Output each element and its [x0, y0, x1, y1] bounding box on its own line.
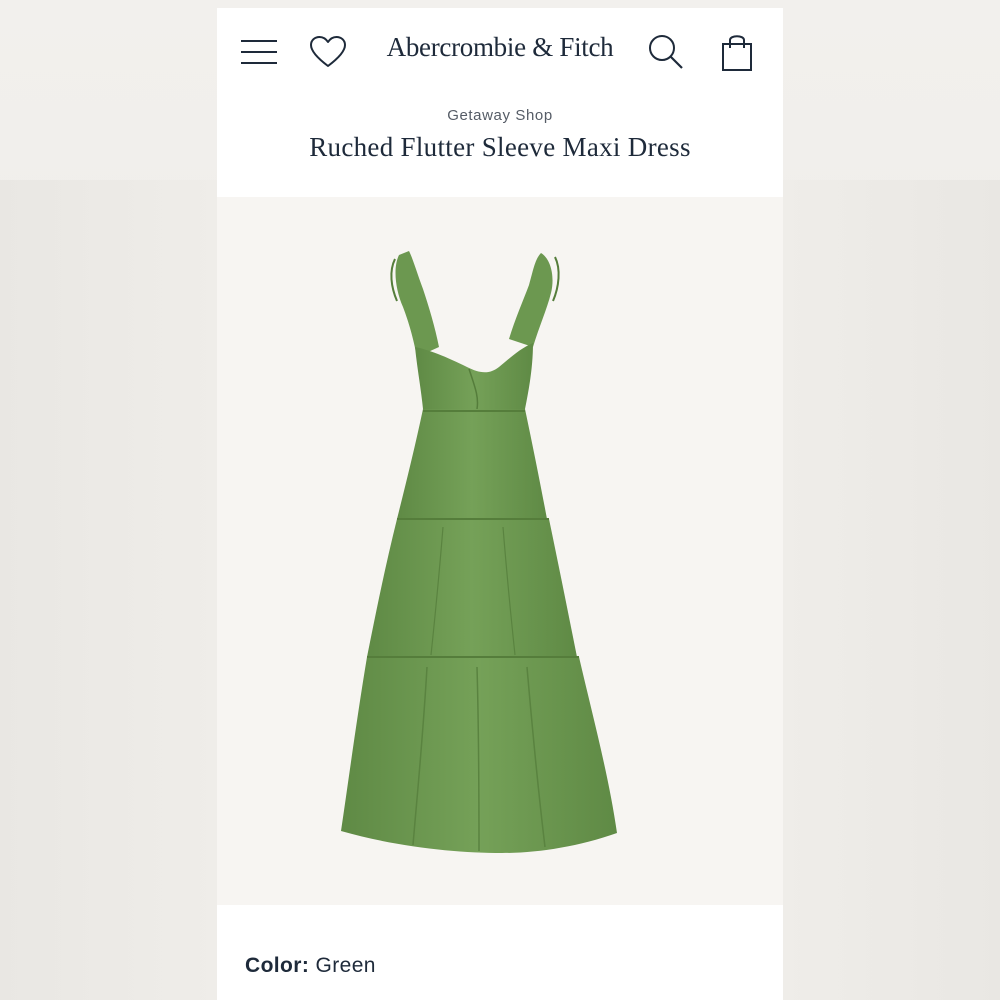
color-value: Green [315, 954, 376, 977]
menu-icon[interactable] [237, 30, 281, 74]
shop-category-label[interactable]: Getaway Shop [217, 107, 783, 124]
brand-logo[interactable]: Abercrombie & Fitch [377, 32, 623, 63]
blurred-background-left [0, 180, 217, 1000]
site-header: Abercrombie & Fitch [217, 8, 783, 96]
blurred-background-right [783, 180, 1000, 1000]
product-title: Ruched Flutter Sleeve Maxi Dress [309, 132, 691, 162]
mobile-product-page: Abercrombie & Fitch Getaway Shop Ruched … [217, 8, 783, 1000]
dress-illustration [341, 251, 617, 853]
shopping-bag-icon[interactable] [715, 30, 759, 74]
product-image[interactable] [217, 197, 783, 905]
color-selector: Color: Green [245, 954, 376, 978]
search-icon[interactable] [644, 30, 688, 74]
color-label: Color: [245, 954, 310, 977]
heart-icon[interactable] [306, 30, 350, 74]
